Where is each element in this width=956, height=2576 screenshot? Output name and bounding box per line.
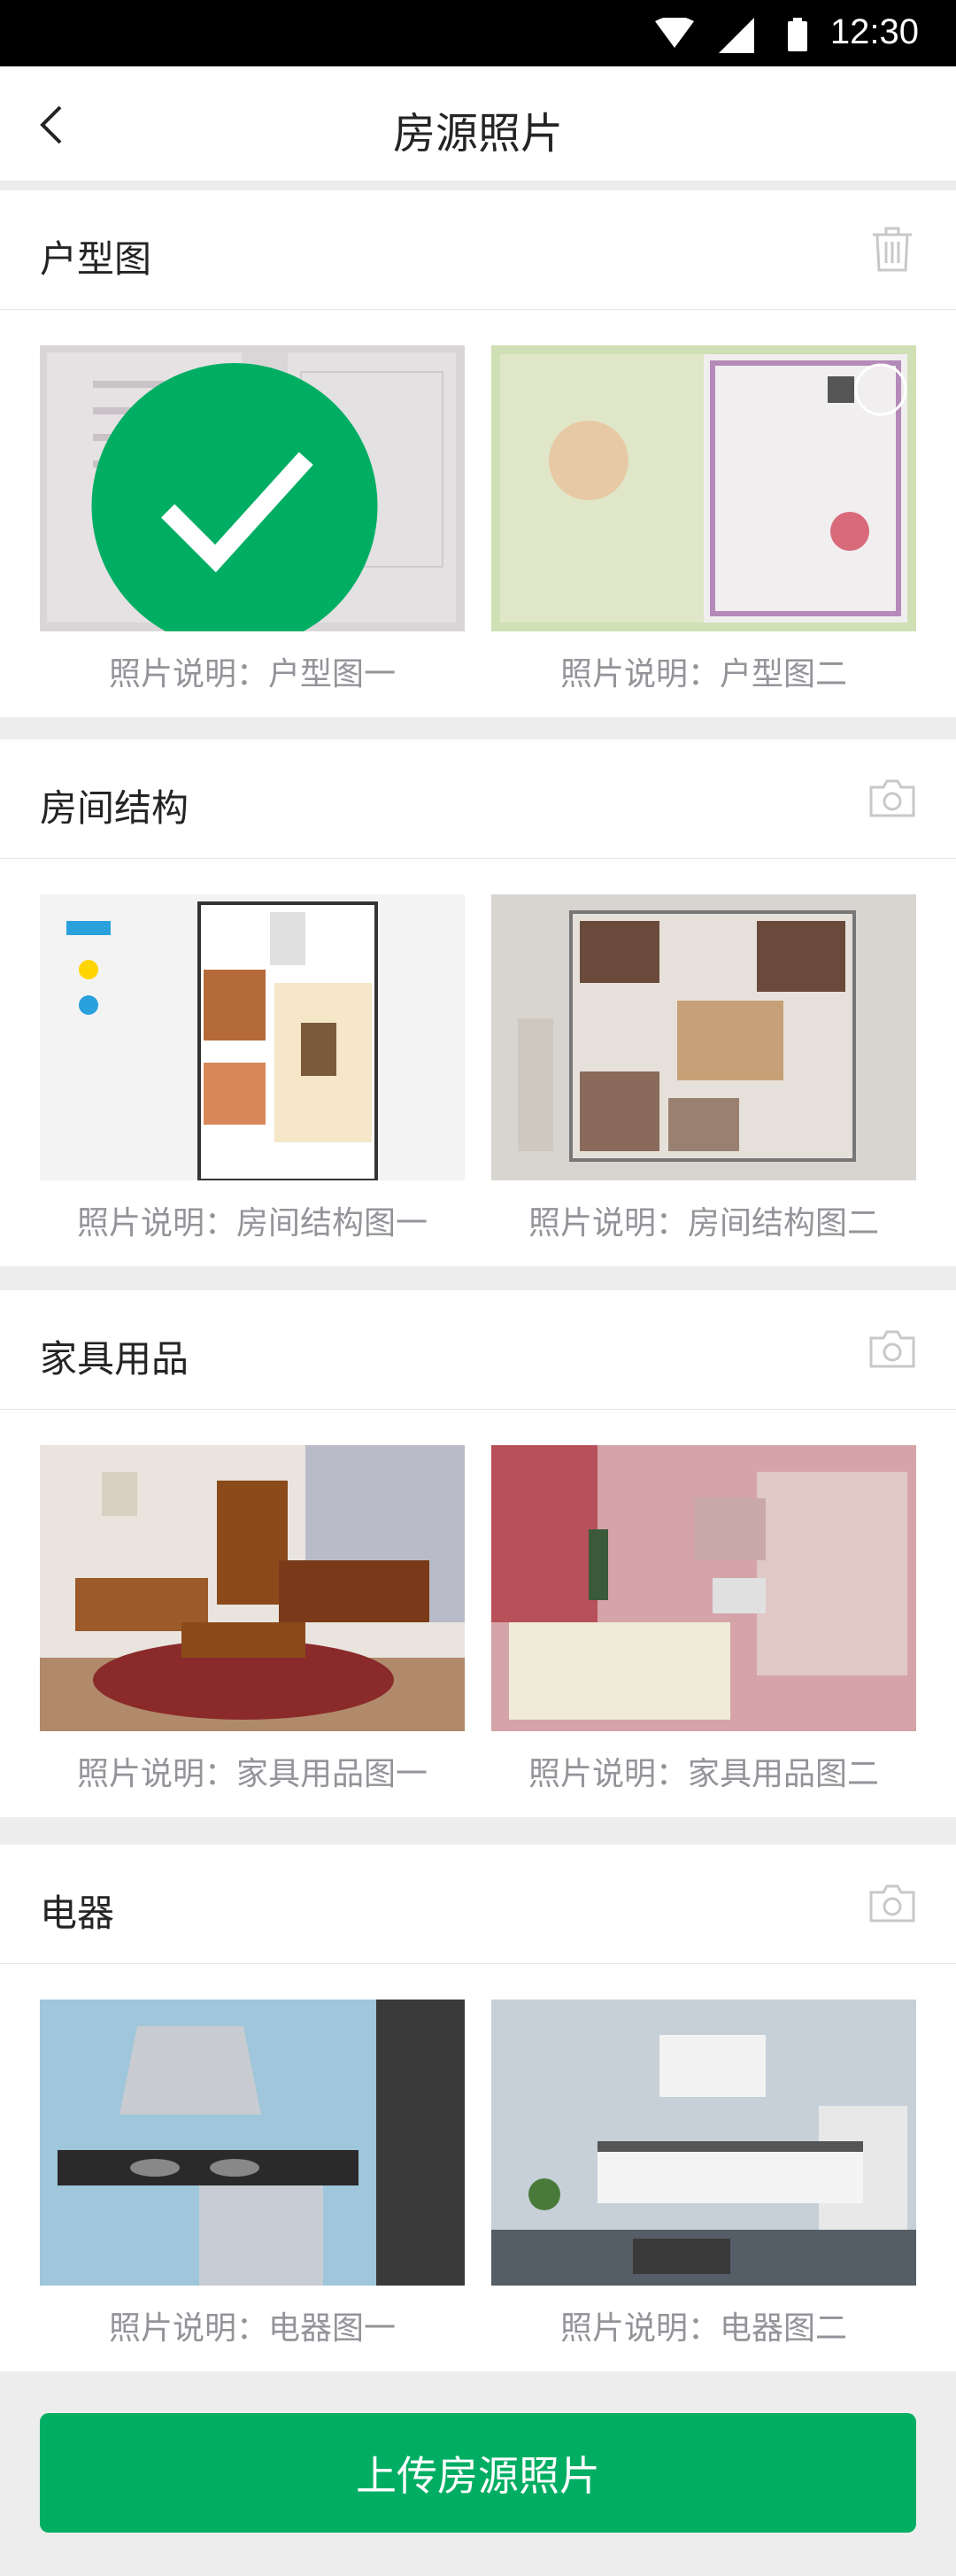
camera-icon[interactable] [867,773,917,823]
floor-plan-3d-image [491,894,916,1180]
photo-caption: 照片说明：电器图二 [559,2310,847,2347]
section-room-structure: 房间结构 照片说明：房间结构图一 照片说明：房间结构图二 [0,739,956,1266]
kitchen-appliances-image [491,2000,916,2286]
property-certificate-image [491,345,916,631]
photo-thumbnail[interactable] [40,894,465,1180]
photo-grid: 照片说明：电器图一 照片说明：电器图二 [0,1964,956,2347]
photo-thumbnail[interactable] [491,1445,916,1731]
photo-caption: 照片说明：房间结构图二 [528,1205,879,1242]
camera-icon[interactable] [867,1324,917,1373]
photo-thumbnail[interactable] [40,345,465,631]
signal-icon [719,18,754,53]
photo-thumbnail[interactable] [40,2000,465,2286]
selected-check-icon[interactable] [40,363,447,631]
page-title: 房源照片 [392,109,563,159]
camera-icon[interactable] [867,1878,917,1928]
section-title: 家具用品 [40,1337,189,1381]
section-header: 户型图 [0,190,956,310]
living-room-furniture-image [40,1445,465,1731]
photo-thumbnail[interactable] [491,345,916,631]
section-header: 房间结构 [0,739,956,859]
bedroom-furniture-image [491,1445,916,1731]
section-header: 电器 [0,1845,956,1964]
photo-caption: 照片说明：户型图一 [108,656,396,692]
floor-plan-2d-image [40,894,465,1180]
nav-bar: 房源照片 [0,66,956,182]
photo-caption: 照片说明：家具用品图一 [76,1756,428,1792]
section-appliances: 电器 照片说明：电器图一 照片说明：电器图二 [0,1845,956,2371]
section-furniture: 家具用品 照片说明：家具用品图一 照片说明：家具用品图二 [0,1290,956,1817]
status-bar: 12:30 [0,0,956,66]
section-title: 房间结构 [40,786,189,830]
photo-thumbnail[interactable] [491,894,916,1180]
photo-caption: 照片说明：户型图二 [559,656,847,692]
section-header: 家具用品 [0,1290,956,1410]
wifi-icon [655,18,694,48]
photo-grid: 照片说明：房间结构图一 照片说明：房间结构图二 [0,859,956,1242]
photo-grid: 照片说明：户型图一 照片说明：户型图二 [0,310,956,692]
photo-grid: 照片说明：家具用品图一 照片说明：家具用品图二 [0,1410,956,1792]
bottom-bar: 上传房源照片 [0,2373,956,2576]
photo-thumbnail[interactable] [40,1445,465,1731]
range-hood-stove-image [40,2000,465,2286]
photo-thumbnail[interactable] [491,2000,916,2286]
section-floor-plan: 户型图 照片说明：户型图一 照片说明：户型图二 [0,190,956,717]
section-title: 电器 [40,1891,115,1935]
status-time: 12:30 [829,12,919,51]
battery-icon [788,18,807,51]
photo-caption: 照片说明：家具用品图二 [528,1756,879,1792]
photo-caption: 照片说明：房间结构图一 [76,1205,428,1242]
trash-icon[interactable] [867,224,917,274]
upload-photos-button[interactable]: 上传房源照片 [40,2413,916,2533]
section-title: 户型图 [40,237,152,281]
photo-caption: 照片说明：电器图一 [108,2310,396,2347]
